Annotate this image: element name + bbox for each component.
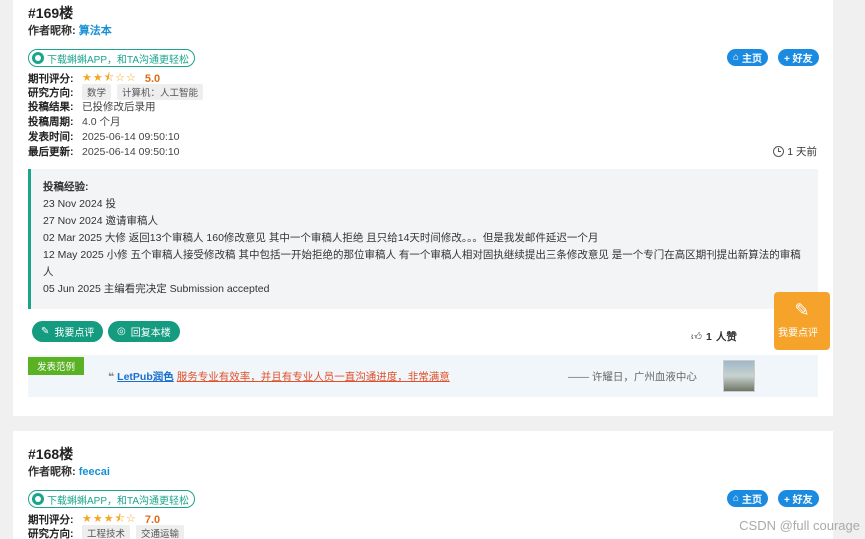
likes-count: 1	[705, 330, 712, 343]
experience-line: 05 Jun 2025 主编看完决定 Submission accepted	[43, 283, 270, 295]
testimonial-author: —— 许耀日，广州血液中心	[568, 371, 697, 383]
floating-comment-button[interactable]: ✎ 我要点评	[774, 292, 830, 350]
post-card-168: #168楼 作者昵称: feecai 下载蝌蝌APP，和TA沟通更轻松 ⌂ 主页…	[13, 431, 833, 539]
updated-row: 最后更新: 2025-06-14 09:50:10	[28, 144, 180, 159]
author-label: 作者昵称:	[28, 25, 76, 37]
pencil-icon: ✎	[41, 326, 50, 337]
home-button[interactable]: ⌂ 主页	[727, 490, 769, 507]
field-tag: 数学	[82, 84, 112, 100]
reply-icon: ◎	[117, 326, 126, 337]
author-label: 作者昵称:	[28, 466, 76, 478]
comment-button-label: 我要点评	[54, 328, 95, 339]
field-tag: 交通运输	[136, 525, 185, 539]
likes-unit: 人赞	[715, 331, 737, 343]
experience-line: 23 Nov 2024 投	[43, 198, 116, 210]
app-download-badge[interactable]: 下载蝌蝌APP，和TA沟通更轻松	[28, 490, 196, 508]
app-logo-icon	[32, 52, 44, 64]
result-label: 投稿结果:	[28, 101, 74, 113]
app-logo-icon	[32, 493, 44, 505]
updated-value: 2025-06-14 09:50:10	[82, 145, 180, 158]
experience-line: 02 Mar 2025 大修 返回13个审稿人 160修改意见 其中一个审稿人拒…	[43, 232, 599, 244]
home-button[interactable]: ⌂ 主页	[727, 49, 769, 66]
cycle-label: 投稿周期:	[28, 116, 74, 128]
author-row: 作者昵称: 算法本	[28, 22, 112, 38]
app-download-badge[interactable]: 下载蝌蝌APP，和TA沟通更轻松	[28, 49, 196, 67]
comment-button[interactable]: ✎ 我要点评	[32, 321, 104, 342]
floating-comment-label: 我要点评	[778, 328, 818, 339]
add-friend-label: + 好友	[784, 495, 813, 506]
pencil-icon: ✎	[794, 300, 810, 320]
field-tag: 计算机：人工智能	[117, 84, 204, 100]
thumbs-up-icon: 👍︎	[691, 331, 702, 343]
posted-value: 2025-06-14 09:50:10	[82, 130, 180, 143]
field-row: 研究方向: 数学 计算机：人工智能	[28, 84, 209, 100]
posted-label: 发表时间:	[28, 131, 74, 143]
field-label: 研究方向:	[28, 86, 74, 99]
field-label: 研究方向:	[28, 527, 74, 539]
home-icon: ⌂	[733, 493, 740, 504]
experience-line: 27 Nov 2024 邀请审稿人	[43, 215, 158, 227]
result-row: 投稿结果: 已投修改后录用	[28, 99, 156, 114]
floor-number: #168楼	[28, 446, 74, 462]
add-friend-button[interactable]: + 好友	[778, 490, 819, 507]
home-icon: ⌂	[733, 52, 740, 63]
experience-box: 投稿经验: 23 Nov 2024 投 27 Nov 2024 邀请审稿人 02…	[28, 169, 818, 309]
experience-line: 12 May 2025 小修 五个审稿人接受修改稿 其中包括一开始拒绝的那位审稿…	[43, 249, 801, 278]
app-badge-text: 下载蝌蝌APP，和TA沟通更轻松	[47, 495, 190, 507]
field-tag: 工程技术	[82, 525, 131, 539]
home-button-label: 主页	[742, 54, 763, 65]
clock-icon	[773, 146, 785, 157]
add-friend-label: + 好友	[784, 54, 813, 65]
posted-row: 发表时间: 2025-06-14 09:50:10	[28, 129, 180, 144]
testimonial-banner: 发表范例 ❝ LetPub润色 服务专业有效率，并且有专业人员一直沟通进度，非常…	[28, 355, 818, 397]
reply-button[interactable]: ◎ 回复本楼	[108, 321, 180, 342]
time-ago: 1 天前	[773, 144, 817, 159]
app-badge-text: 下载蝌蝌APP，和TA沟通更轻松	[47, 54, 190, 66]
cycle-row: 投稿周期: 4.0 个月	[28, 114, 121, 129]
watermark: CSDN @full courage	[739, 518, 860, 533]
home-button-label: 主页	[742, 495, 763, 506]
reply-button-label: 回复本楼	[130, 328, 171, 339]
testimonial-brand-link[interactable]: LetPub润色	[117, 369, 174, 384]
testimonial-avatar	[723, 360, 755, 392]
rating-score: 7.0	[144, 513, 161, 526]
post-card-169: #169楼 作者昵称: 算法本 下载蝌蝌APP，和TA沟通更轻松 ⌂ 主页 + …	[13, 0, 833, 416]
testimonial-tag: 发表范例	[28, 357, 85, 375]
field-row: 研究方向: 工程技术 交通运输	[28, 525, 190, 539]
experience-title: 投稿经验:	[43, 181, 89, 193]
like-button[interactable]: 👍︎ 1 人赞	[691, 329, 737, 344]
author-row: 作者昵称: feecai	[28, 463, 110, 479]
testimonial-text[interactable]: ❝ LetPub润色 服务专业有效率，并且有专业人员一直沟通进度，非常满意	[108, 369, 450, 384]
floor-number: #169楼	[28, 5, 74, 21]
quote-icon: ❝	[108, 370, 115, 383]
author-name-link[interactable]: feecai	[79, 466, 110, 478]
cycle-value: 4.0 个月	[82, 116, 121, 128]
updated-label: 最后更新:	[28, 146, 74, 158]
result-value: 已投修改后录用	[82, 101, 156, 113]
time-ago-text: 1 天前	[787, 146, 817, 158]
testimonial-message-link[interactable]: 服务专业有效率，并且有专业人员一直沟通进度，非常满意	[177, 369, 450, 384]
rating-score: 5.0	[144, 72, 161, 85]
add-friend-button[interactable]: + 好友	[778, 49, 819, 66]
author-name-link[interactable]: 算法本	[79, 25, 112, 37]
